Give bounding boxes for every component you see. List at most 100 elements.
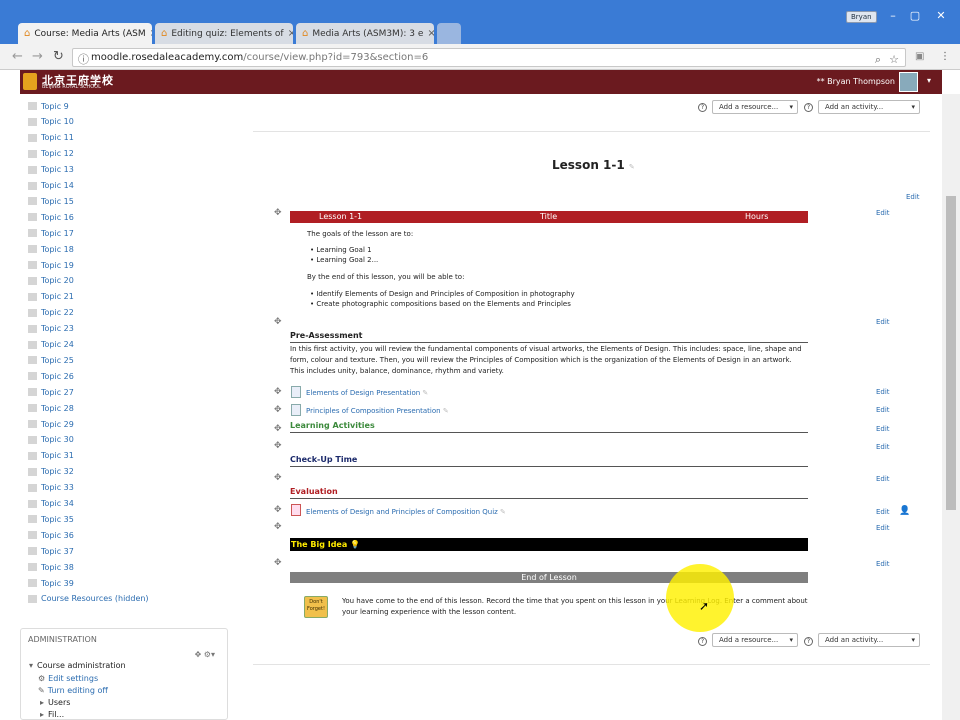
edit-link[interactable]: Edit xyxy=(876,209,890,217)
user-menu-name[interactable]: ** Bryan Thompson xyxy=(817,77,895,86)
sidebar-item-topic[interactable]: Topic 31 xyxy=(28,450,74,462)
tab-course-media-arts[interactable]: ⌂ Course: Media Arts (ASM × xyxy=(18,23,152,44)
address-bar[interactable]: ⓘ moodle.rosedaleacademy.com/course/view… xyxy=(72,48,906,67)
pencil-icon[interactable]: ✎ xyxy=(422,389,428,397)
move-icon[interactable]: ✥ xyxy=(274,441,282,451)
sidebar-item-topic[interactable]: Topic 39 xyxy=(28,577,74,589)
sidebar-item-topic[interactable]: Topic 33 xyxy=(28,482,74,494)
move-icon[interactable]: ✥ xyxy=(274,387,282,397)
add-resource-select[interactable]: Add a resource... ▾ xyxy=(712,100,798,114)
sidebar-item-topic[interactable]: Topic 37 xyxy=(28,545,74,557)
minimize-icon[interactable]: – xyxy=(882,9,904,23)
close-tab-icon[interactable]: × xyxy=(146,28,152,39)
add-resource-select[interactable]: Add a resource... ▾ xyxy=(712,633,798,647)
sidebar-item-topic[interactable]: Topic 28 xyxy=(28,402,74,414)
move-icon[interactable]: ✥ xyxy=(274,405,282,415)
sidebar-item-topic[interactable]: Topic 26 xyxy=(28,370,74,382)
sidebar-item-topic[interactable]: Topic 29 xyxy=(28,418,74,430)
back-icon[interactable]: ← xyxy=(12,50,23,64)
help-icon[interactable]: ? xyxy=(698,103,707,112)
sidebar-item-topic[interactable]: Topic 18 xyxy=(28,243,74,255)
close-tab-icon[interactable]: × xyxy=(423,28,434,39)
edit-link[interactable]: Edit xyxy=(876,318,890,326)
pencil-icon[interactable]: ✎ xyxy=(443,407,449,415)
extension-icon[interactable]: ▣ xyxy=(915,50,924,64)
window-user-chip[interactable]: Bryan xyxy=(846,11,877,23)
sidebar-item-topic[interactable]: Topic 35 xyxy=(28,513,74,525)
users-node[interactable]: ▸ Users xyxy=(40,698,70,707)
school-logo-icon[interactable] xyxy=(23,73,37,90)
move-icon[interactable]: ✥ xyxy=(274,424,282,434)
add-activity-select[interactable]: Add an activity... ▾ xyxy=(818,633,920,647)
new-tab-button[interactable] xyxy=(437,23,461,44)
turn-editing-off-link[interactable]: ✎ Turn editing off xyxy=(38,686,108,695)
sidebar-item-topic[interactable]: Topic 20 xyxy=(28,275,74,287)
forward-icon[interactable]: → xyxy=(32,50,43,64)
sidebar-item-topic[interactable]: Topic 17 xyxy=(28,227,74,239)
sidebar-item-topic[interactable]: Topic 22 xyxy=(28,307,74,319)
close-tab-icon[interactable]: × xyxy=(284,28,293,39)
sidebar-item-topic[interactable]: Topic 16 xyxy=(28,211,74,223)
sidebar-item-topic[interactable]: Topic 13 xyxy=(28,164,74,176)
pencil-icon[interactable]: ✎ xyxy=(500,508,506,516)
sidebar-item-topic[interactable]: Topic 23 xyxy=(28,323,74,335)
sidebar-item-topic[interactable]: Topic 34 xyxy=(28,498,74,510)
edit-settings-link[interactable]: ⚙ Edit settings xyxy=(38,674,98,683)
edit-section-link[interactable]: Edit xyxy=(906,193,920,201)
move-icon[interactable]: ✥ xyxy=(274,522,282,532)
quiz-link[interactable]: Elements of Design and Principles of Com… xyxy=(306,508,506,516)
chevron-down-icon[interactable]: ▾ xyxy=(927,76,931,85)
move-icon[interactable]: ✥ xyxy=(274,505,282,515)
add-activity-select[interactable]: Add an activity... ▾ xyxy=(818,100,920,114)
course-administration-node[interactable]: ▾ Course administration xyxy=(29,661,126,670)
sidebar-item-topic[interactable]: Topic 19 xyxy=(28,259,74,271)
edit-link[interactable]: Edit xyxy=(876,425,890,433)
sidebar-item-topic[interactable]: Topic 12 xyxy=(28,148,74,160)
help-icon[interactable]: ? xyxy=(804,637,813,646)
scrollbar-thumb[interactable] xyxy=(946,196,956,510)
sidebar-item-topic[interactable]: Topic 36 xyxy=(28,529,74,541)
sidebar-item-topic[interactable]: Topic 25 xyxy=(28,354,74,366)
move-icon[interactable]: ✥ xyxy=(274,473,282,483)
sidebar-item-topic[interactable]: Topic 14 xyxy=(28,180,74,192)
sidebar-item-topic[interactable]: Topic 15 xyxy=(28,195,74,207)
edit-link[interactable]: Edit xyxy=(876,475,890,483)
close-window-icon[interactable]: ✕ xyxy=(930,9,952,23)
sidebar-item-topic[interactable]: Topic 24 xyxy=(28,339,74,351)
maximize-icon[interactable]: ▢ xyxy=(904,9,926,23)
star-icon[interactable]: ☆ xyxy=(889,51,899,68)
sidebar-item-topic[interactable]: Course Resources (hidden) xyxy=(28,593,149,605)
move-icon[interactable]: ✥ xyxy=(274,208,282,218)
tab-editing-quiz[interactable]: ⌂ Editing quiz: Elements of × xyxy=(155,23,293,44)
help-icon[interactable]: ? xyxy=(804,103,813,112)
sidebar-item-topic[interactable]: Topic 38 xyxy=(28,561,74,573)
sidebar-item-topic[interactable]: Topic 11 xyxy=(28,132,74,144)
edit-link[interactable]: Edit xyxy=(876,443,890,451)
principles-presentation-link[interactable]: Principles of Composition Presentation ✎ xyxy=(306,407,449,415)
edit-link[interactable]: Edit xyxy=(876,508,890,516)
sidebar-item-topic[interactable]: Topic 27 xyxy=(28,386,74,398)
info-icon[interactable]: ⓘ xyxy=(78,51,89,68)
edit-link[interactable]: Edit xyxy=(876,388,890,396)
sidebar-item-topic[interactable]: Topic 30 xyxy=(28,434,74,446)
edit-link[interactable]: Edit xyxy=(876,560,890,568)
help-icon[interactable]: ? xyxy=(698,637,707,646)
elements-presentation-link[interactable]: Elements of Design Presentation ✎ xyxy=(306,389,428,397)
group-mode-icon[interactable]: 👤 xyxy=(899,506,910,516)
pencil-icon[interactable]: ✎ xyxy=(629,163,635,171)
edit-link[interactable]: Edit xyxy=(876,524,890,532)
menu-icon[interactable]: ⋮ xyxy=(940,50,950,64)
filters-node[interactable]: ▸ Fil... xyxy=(40,710,64,718)
edit-link[interactable]: Edit xyxy=(876,406,890,414)
zoom-icon[interactable]: ⌕ xyxy=(875,51,881,68)
reload-icon[interactable]: ↻ xyxy=(53,50,64,64)
block-controls[interactable]: ✥ ⚙▾ xyxy=(195,650,215,659)
sidebar-item-topic[interactable]: Topic 9 xyxy=(28,100,69,112)
sidebar-item-topic[interactable]: Topic 21 xyxy=(28,291,74,303)
move-icon[interactable]: ✥ xyxy=(274,317,282,327)
sidebar-item-topic[interactable]: Topic 32 xyxy=(28,466,74,478)
avatar[interactable] xyxy=(899,72,918,92)
move-icon[interactable]: ✥ xyxy=(274,558,282,568)
tab-media-arts-asm3m[interactable]: ⌂ Media Arts (ASM3M): 3 e × xyxy=(296,23,434,44)
sidebar-item-topic[interactable]: Topic 10 xyxy=(28,116,74,128)
